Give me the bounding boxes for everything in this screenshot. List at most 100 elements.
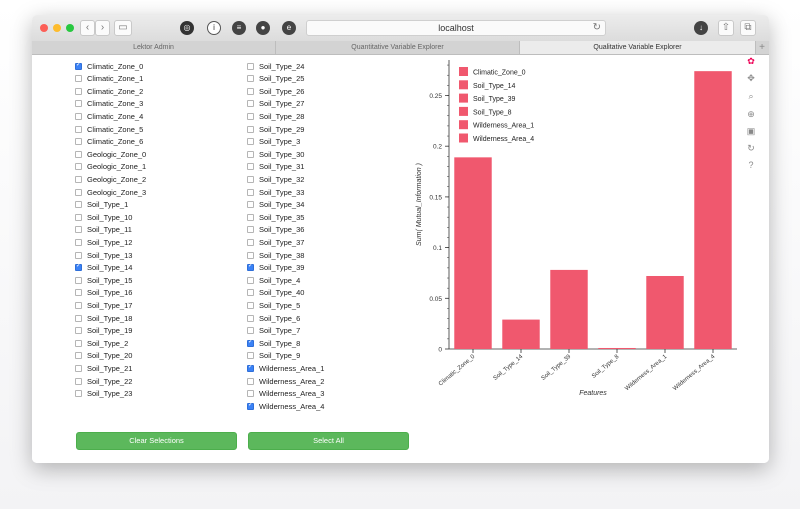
feature-checkbox-item[interactable]: Soil_Type_8	[247, 337, 300, 349]
checkbox[interactable]	[75, 175, 82, 183]
feature-checkbox-item[interactable]: Soil_Type_17	[75, 299, 132, 311]
feature-checkbox-item[interactable]: Soil_Type_9	[247, 350, 300, 362]
evernote-icon[interactable]: e	[282, 21, 296, 35]
checkbox[interactable]	[75, 188, 82, 196]
checkbox[interactable]	[75, 314, 82, 322]
checkbox[interactable]	[247, 100, 254, 108]
feature-checkbox-item[interactable]: Climatic_Zone_3	[75, 98, 143, 110]
checkbox[interactable]	[247, 112, 254, 120]
checkbox[interactable]	[75, 301, 82, 309]
feature-checkbox-item[interactable]: Soil_Type_35	[247, 211, 304, 223]
checkbox[interactable]	[247, 62, 254, 70]
feature-checkbox-item[interactable]: Soil_Type_16	[75, 287, 132, 299]
checkbox[interactable]	[247, 289, 254, 297]
feature-checkbox-item[interactable]: Wilderness_Area_3	[247, 388, 324, 400]
checkbox[interactable]	[75, 226, 82, 234]
feature-checkbox-item[interactable]: Wilderness_Area_4	[247, 400, 324, 412]
feature-checkbox-item[interactable]: Soil_Type_32	[247, 173, 304, 185]
feature-checkbox-item[interactable]: Geologic_Zone_1	[75, 161, 146, 173]
feature-checkbox-item[interactable]: Climatic_Zone_6	[75, 136, 143, 148]
layers-icon[interactable]: ≡	[232, 21, 246, 35]
feature-checkbox-item[interactable]: Soil_Type_34	[247, 199, 304, 211]
checkbox[interactable]	[75, 112, 82, 120]
tabs-overview-button[interactable]: ⧉	[740, 20, 756, 36]
feature-checkbox-item[interactable]: Climatic_Zone_5	[75, 123, 143, 135]
checkbox[interactable]	[75, 352, 82, 360]
feature-checkbox-item[interactable]: Soil_Type_27	[247, 98, 304, 110]
feature-checkbox-item[interactable]: Climatic_Zone_0	[75, 60, 143, 72]
checkbox[interactable]	[247, 188, 254, 196]
feature-checkbox-item[interactable]: Soil_Type_12	[75, 236, 132, 248]
checkbox[interactable]	[75, 138, 82, 146]
feature-checkbox-item[interactable]: Soil_Type_13	[75, 249, 132, 261]
feature-checkbox-item[interactable]: Soil_Type_36	[247, 224, 304, 236]
adblock-icon[interactable]: ●	[256, 21, 270, 35]
feature-checkbox-item[interactable]: Soil_Type_20	[75, 350, 132, 362]
checkbox[interactable]	[75, 238, 82, 246]
feature-checkbox-item[interactable]: Soil_Type_28	[247, 110, 304, 122]
checkbox[interactable]	[75, 163, 82, 171]
save-icon[interactable]: ▣	[745, 125, 757, 137]
extension-icon[interactable]: ◎	[180, 21, 194, 35]
checkbox[interactable]	[247, 75, 254, 83]
checkbox[interactable]	[247, 238, 254, 246]
checkbox[interactable]	[247, 175, 254, 183]
feature-checkbox-item[interactable]: Soil_Type_38	[247, 249, 304, 261]
checkbox[interactable]	[75, 150, 82, 158]
back-button[interactable]: ‹	[80, 20, 95, 36]
maximize-window-button[interactable]	[66, 24, 74, 32]
checkbox[interactable]	[75, 377, 82, 385]
forward-button[interactable]: ›	[95, 20, 110, 36]
feature-checkbox-item[interactable]: Soil_Type_5	[247, 299, 300, 311]
checkbox[interactable]	[75, 327, 82, 335]
checkbox[interactable]	[247, 251, 254, 259]
help-icon[interactable]: ?	[745, 159, 757, 171]
select-all-button[interactable]: Select All	[248, 432, 409, 450]
sidebar-button[interactable]: ▭	[114, 20, 132, 36]
checkbox[interactable]	[247, 263, 254, 272]
feature-checkbox-item[interactable]: Soil_Type_39	[247, 262, 304, 274]
wheel-zoom-icon[interactable]: ⊕	[745, 108, 757, 120]
checkbox[interactable]	[75, 390, 82, 398]
checkbox[interactable]	[75, 62, 82, 70]
feature-checkbox-item[interactable]: Wilderness_Area_2	[247, 375, 324, 387]
feature-checkbox-item[interactable]: Soil_Type_15	[75, 274, 132, 286]
tab-qualitative-explorer[interactable]: Qualitative Variable Explorer	[520, 41, 756, 54]
feature-checkbox-item[interactable]: Soil_Type_26	[247, 85, 304, 97]
feature-checkbox-item[interactable]: Soil_Type_2	[75, 337, 128, 349]
feature-checkbox-item[interactable]: Soil_Type_6	[247, 312, 300, 324]
tab-quantitative-explorer[interactable]: Quantitative Variable Explorer	[276, 41, 520, 54]
checkbox[interactable]	[75, 100, 82, 108]
feature-checkbox-item[interactable]: Soil_Type_33	[247, 186, 304, 198]
feature-checkbox-item[interactable]: Climatic_Zone_4	[75, 110, 143, 122]
checkbox[interactable]	[247, 150, 254, 158]
checkbox[interactable]	[247, 301, 254, 309]
checkbox[interactable]	[247, 352, 254, 360]
checkbox[interactable]	[247, 163, 254, 171]
checkbox[interactable]	[75, 364, 82, 372]
checkbox[interactable]	[247, 314, 254, 322]
pan-icon[interactable]: ✥	[745, 72, 757, 84]
checkbox[interactable]	[75, 339, 82, 347]
checkbox[interactable]	[247, 402, 254, 410]
close-window-button[interactable]	[40, 24, 48, 32]
feature-checkbox-item[interactable]: Soil_Type_19	[75, 325, 132, 337]
checkbox[interactable]	[247, 138, 254, 146]
checkbox[interactable]	[247, 213, 254, 221]
checkbox[interactable]	[247, 87, 254, 95]
address-bar[interactable]: localhost ↻	[306, 20, 606, 36]
checkbox[interactable]	[247, 339, 254, 347]
feature-checkbox-item[interactable]: Soil_Type_29	[247, 123, 304, 135]
feature-checkbox-item[interactable]: Climatic_Zone_2	[75, 85, 143, 97]
checkbox[interactable]	[75, 213, 82, 221]
feature-checkbox-item[interactable]: Soil_Type_14	[75, 262, 132, 274]
feature-checkbox-item[interactable]: Soil_Type_1	[75, 199, 128, 211]
feature-checkbox-item[interactable]: Geologic_Zone_2	[75, 173, 146, 185]
feature-checkbox-item[interactable]: Soil_Type_3	[247, 136, 300, 148]
checkbox[interactable]	[247, 226, 254, 234]
checkbox[interactable]	[247, 364, 254, 372]
feature-checkbox-item[interactable]: Soil_Type_23	[75, 388, 132, 400]
checkbox[interactable]	[75, 125, 82, 133]
checkbox[interactable]	[75, 289, 82, 297]
feature-checkbox-item[interactable]: Soil_Type_31	[247, 161, 304, 173]
